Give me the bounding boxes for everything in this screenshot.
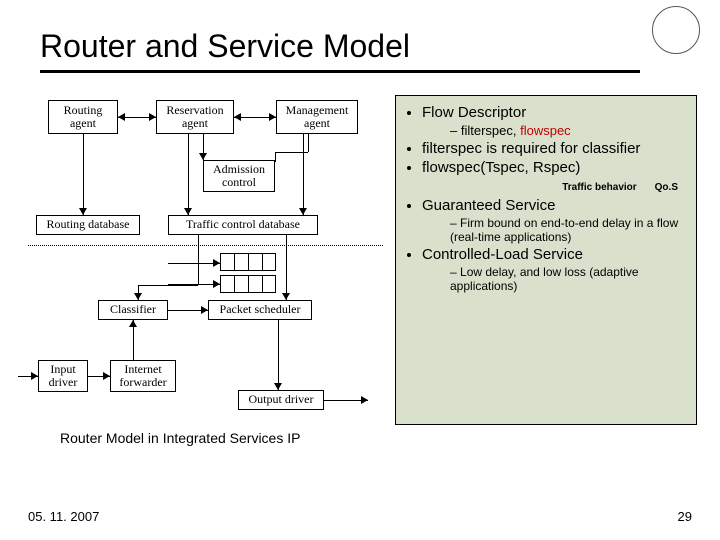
box-routing-database: Routing database <box>36 215 140 235</box>
box-output-driver: Output driver <box>238 390 324 410</box>
queue-1 <box>220 275 276 293</box>
bullet-panel: Flow Descriptor filterspec, flowspec fil… <box>395 95 697 425</box>
label: Input driver <box>49 363 78 389</box>
label: Internet forwarder <box>119 363 166 389</box>
label: Admission control <box>213 163 265 189</box>
box-packet-scheduler: Packet scheduler <box>208 300 312 320</box>
box-reservation-agent: Reservation agent <box>156 100 234 134</box>
box-routing-agent: Routing agent <box>48 100 118 134</box>
label: Classifier <box>110 303 156 316</box>
page-number: 29 <box>678 509 692 524</box>
bullet-list-2: Guaranteed Service Firm bound on end-to-… <box>404 197 688 293</box>
label: Routing agent <box>64 104 103 130</box>
box-input-driver: Input driver <box>38 360 88 392</box>
label: Traffic control database <box>186 218 300 231</box>
label: Management agent <box>286 104 349 130</box>
router-diagram: Routing agent Reservation agent Manageme… <box>28 95 388 425</box>
box-classifier: Classifier <box>98 300 168 320</box>
diagram-caption: Router Model in Integrated Services IP <box>60 430 300 446</box>
university-seal-icon <box>652 6 700 54</box>
box-internet-forwarder: Internet forwarder <box>110 360 176 392</box>
separator-dotted <box>28 245 383 246</box>
box-traffic-db: Traffic control database <box>168 215 318 235</box>
label: Reservation agent <box>166 104 223 130</box>
box-admission-control: Admission control <box>203 160 275 192</box>
sub-filterspec-flowspec: filterspec, flowspec <box>450 123 688 138</box>
footer-date: 05. 11. 2007 <box>28 509 99 524</box>
box-management-agent: Management agent <box>276 100 358 134</box>
bullet-controlled-load: Controlled-Load Service Low delay, and l… <box>422 246 688 293</box>
queue-2 <box>220 253 276 271</box>
label: Packet scheduler <box>220 303 301 316</box>
sub-controlled-load: Low delay, and low loss (adaptive applic… <box>450 265 688 293</box>
bullet-filterspec-req: filterspec is required for classifier <box>422 140 688 157</box>
tiny-traffic-behavior: Traffic behavior <box>562 182 636 193</box>
label: Routing database <box>47 218 130 231</box>
sub-guaranteed: Firm bound on end-to-end delay in a flow… <box>450 216 688 244</box>
bullet-flow-descriptor: Flow Descriptor filterspec, flowspec <box>422 104 688 138</box>
bullet-guaranteed: Guaranteed Service Firm bound on end-to-… <box>422 197 688 244</box>
bullet-list: Flow Descriptor filterspec, flowspec fil… <box>404 104 688 176</box>
label: Output driver <box>249 393 314 406</box>
bullet-flowspec: flowspec(Tspec, Rspec) <box>422 159 688 176</box>
title-underline <box>40 70 640 73</box>
page-title: Router and Service Model <box>40 28 410 65</box>
tiny-qos: Qo.S <box>655 182 678 193</box>
